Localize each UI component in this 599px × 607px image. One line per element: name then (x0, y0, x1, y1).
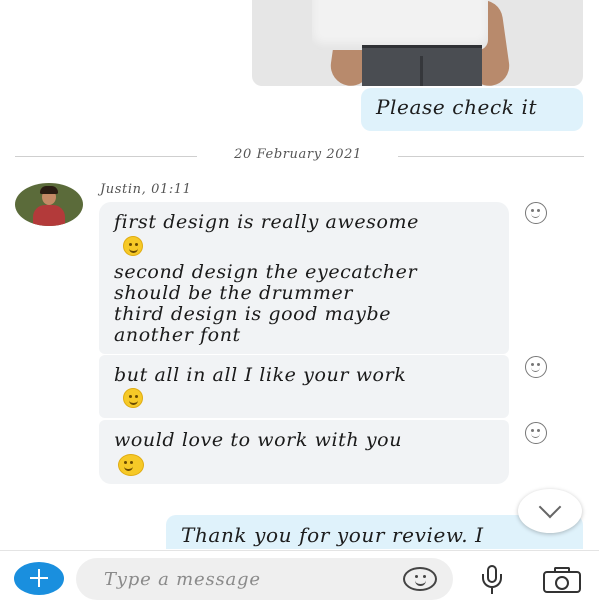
message-line: would love to work with you (114, 429, 403, 451)
incoming-message-3[interactable]: would love to work with you (99, 420, 509, 484)
smiley-icon[interactable] (403, 567, 437, 591)
avatar[interactable] (15, 183, 83, 226)
incoming-message-2[interactable]: but all in all I like your work (99, 355, 509, 418)
message-line: first design is really awesome (114, 211, 420, 233)
date-divider-right (398, 156, 584, 157)
message-line: second design the eyecatcher (114, 261, 418, 283)
message-line: but all in all I like your work (114, 364, 407, 386)
message-input[interactable] (104, 566, 384, 592)
outgoing-message-check[interactable]: Please check it (361, 88, 583, 131)
incoming-message-1[interactable]: first design is really awesome second de… (99, 202, 509, 354)
date-divider-left (15, 156, 197, 157)
date-separator: 20 February 2021 (234, 147, 362, 162)
message-input-container[interactable] (76, 558, 453, 600)
mic-stem (491, 588, 493, 594)
smile-emoji-icon (118, 454, 144, 476)
smile-emoji-icon (123, 388, 143, 408)
avatar-body (33, 205, 65, 226)
message-line: should be the drummer (114, 282, 353, 304)
camera-icon[interactable] (543, 567, 581, 593)
message-text: Thank you for your review. I (181, 523, 484, 547)
message-line: third design is good maybe (114, 303, 392, 325)
react-smiley-icon[interactable] (525, 422, 547, 444)
image-jeans (362, 45, 482, 86)
react-smiley-icon[interactable] (525, 356, 547, 378)
mic-arc (482, 574, 502, 588)
smile-emoji-icon (123, 236, 143, 256)
plus-icon[interactable] (14, 562, 64, 595)
avatar-hair (40, 186, 58, 194)
message-line: another font (114, 324, 241, 346)
image-shirt (312, 0, 488, 50)
sender-label: Justin, 01:11 (100, 182, 192, 197)
message-composer (0, 550, 599, 607)
sent-image[interactable] (252, 0, 583, 86)
react-smiley-icon[interactable] (525, 202, 547, 224)
microphone-icon[interactable] (478, 564, 506, 598)
scroll-to-bottom-button[interactable] (518, 489, 582, 533)
camera-lens (555, 576, 569, 590)
message-text: Please check it (376, 95, 538, 119)
